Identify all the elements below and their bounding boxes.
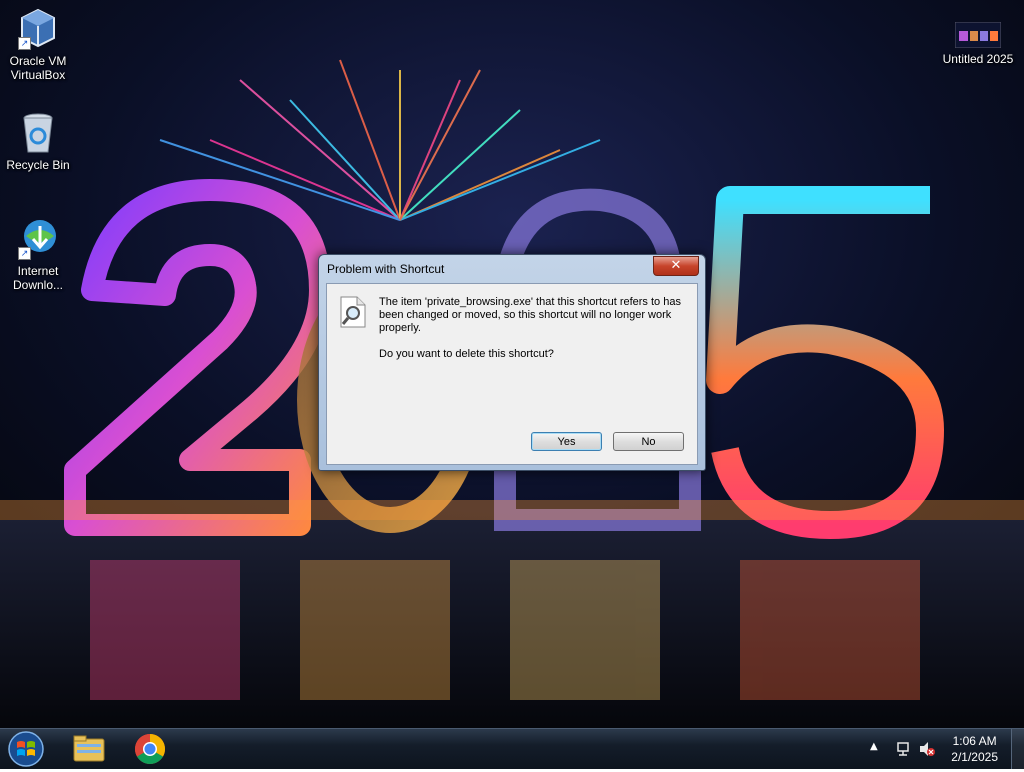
shortcut-arrow-icon: ↗: [18, 247, 31, 260]
file-explorer-icon: [73, 735, 105, 762]
start-button[interactable]: [6, 730, 46, 768]
desktop-icon-label: Untitled 2025: [942, 52, 1014, 66]
dialog-title: Problem with Shortcut: [327, 262, 445, 276]
clock-date: 2/1/2025: [951, 750, 998, 764]
desktop-icon-label: Recycle Bin: [6, 158, 70, 172]
desktop-icon-label: Oracle VM VirtualBox: [9, 54, 67, 82]
system-tray: ▲ 1:06 AM 2/1/2025: [864, 729, 1024, 769]
show-desktop-button[interactable]: [1011, 729, 1024, 769]
dialog-question-text: Do you want to delete this shortcut?: [379, 348, 554, 360]
clock-time: 1:06 AM: [952, 734, 997, 748]
no-button-label: No: [641, 436, 656, 448]
desktop-icon-internet-download-manager[interactable]: ↗ Internet Downlo...: [0, 216, 76, 292]
internet-download-manager-icon: ↗: [16, 216, 60, 260]
yes-button-label: Yes: [557, 436, 576, 448]
start-orb-icon: [8, 731, 44, 767]
show-hidden-icons-button[interactable]: ▲: [870, 741, 878, 752]
chrome-icon: [134, 734, 166, 765]
dialog-message-text: The item 'private_browsing.exe' that thi…: [379, 296, 681, 334]
chrome-button[interactable]: [124, 731, 176, 767]
dialog-body: The item 'private_browsing.exe' that thi…: [326, 283, 698, 465]
yes-button[interactable]: Yes: [531, 432, 602, 451]
desktop-icon-label: Internet Downlo...: [12, 264, 64, 292]
volume-muted-icon[interactable]: [918, 740, 936, 758]
close-button[interactable]: ✕: [653, 256, 699, 276]
recycle-bin-icon: [16, 110, 60, 154]
virtualbox-icon: ↗: [16, 6, 60, 50]
no-button[interactable]: No: [613, 432, 684, 451]
desktop-icon-recycle-bin[interactable]: Recycle Bin: [0, 110, 76, 172]
file-explorer-button[interactable]: [62, 731, 114, 767]
desktop: ↗ Oracle VM VirtualBox Recycle Bin ↗ Int…: [0, 0, 1024, 728]
dialog-message: The item 'private_browsing.exe' that thi…: [379, 296, 691, 374]
problem-with-shortcut-dialog: Problem with Shortcut ✕ The item 'privat…: [318, 254, 706, 471]
taskbar: ▲ 1:06 AM 2/1/2025: [0, 728, 1024, 769]
file-search-icon: [339, 296, 367, 328]
clock[interactable]: 1:06 AM 2/1/2025: [951, 733, 998, 765]
image-file-icon: [954, 21, 1002, 49]
network-icon[interactable]: [896, 740, 914, 758]
shortcut-arrow-icon: ↗: [18, 37, 31, 50]
desktop-icon-untitled-2025[interactable]: Untitled 2025: [936, 21, 1020, 66]
desktop-icon-virtualbox[interactable]: ↗ Oracle VM VirtualBox: [0, 6, 76, 82]
